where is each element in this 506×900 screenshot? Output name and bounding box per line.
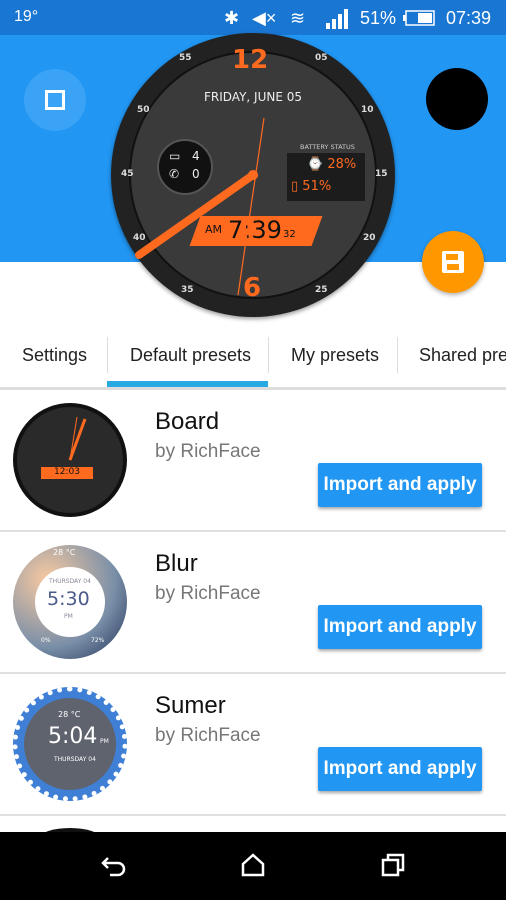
tab-shared-presets[interactable]: Shared presets [419,345,506,366]
watch-hands [135,117,265,296]
preset-item[interactable]: 28 °C THURSDAY 04 5:30 PM 0% 72% Blur by… [0,532,506,674]
thumb-day: THURSDAY 04 [49,578,91,585]
clock: 07:39 [446,8,492,28]
mute-icon: ◀× [252,8,277,28]
preset-item[interactable]: 12:03 Board by RichFace Import and apply [0,390,506,532]
save-icon [442,251,464,273]
square-icon [45,90,65,110]
preset-author: by RichFace [155,441,261,462]
preset-title: Sumer [155,692,226,719]
recents-icon[interactable] [380,852,406,878]
thumb-right: 72% [91,637,105,644]
thumb-ampm: PM [100,738,109,745]
bluetooth-icon: ✱ [224,8,240,28]
wifi-icon: ≋ [290,8,306,28]
preset-item[interactable]: 28 °C 5:04 PM THURSDAY 04 Sumer by RichF… [0,674,506,816]
battery-icon [403,10,435,26]
back-icon[interactable] [100,854,128,878]
tab-bar: Settings Default presets My presets Shar… [0,325,506,390]
watch-preview: 12 6 55 05 50 10 45 15 40 20 35 25 FRIDA… [111,33,395,317]
tab-default-presets[interactable]: Default presets [130,345,251,366]
tab-indicator [107,381,268,387]
tab-my-presets[interactable]: My presets [291,345,379,366]
import-apply-button[interactable]: Import and apply [318,605,482,649]
save-button[interactable] [422,231,484,293]
preset-thumbnail: 12:03 [13,403,127,517]
tab-settings[interactable]: Settings [22,345,87,366]
thumb-left: 0% [41,637,51,644]
thumb-time: 5:30 [47,588,90,610]
import-apply-button[interactable]: Import and apply [318,463,482,507]
status-bar: 19° ✱ ◀× ≋ 51% 07:39 [0,0,506,35]
background-color-button[interactable] [426,68,488,130]
thumb-temp: 28 °C [53,548,76,557]
temperature: 19° [14,8,39,25]
thumb-day: THURSDAY 04 [54,756,96,763]
preset-thumbnail: 28 °C 5:04 PM THURSDAY 04 [13,687,127,801]
preset-author: by RichFace [155,725,261,746]
thumb-ampm: PM [64,613,73,620]
preset-author: by RichFace [155,583,261,604]
navigation-bar [0,832,506,900]
thumb-time: 5:04 [48,724,98,749]
preset-thumbnail: 28 °C THURSDAY 04 5:30 PM 0% 72% [13,545,127,659]
thumb-temp: 28 °C [58,710,81,719]
home-icon[interactable] [240,852,266,878]
signal-icon [326,9,348,29]
preset-title: Blur [155,550,198,577]
toggle-shape-button[interactable] [24,69,86,131]
battery-percent: 51% [360,8,397,28]
import-apply-button[interactable]: Import and apply [318,747,482,791]
preset-title: Board [155,408,220,435]
